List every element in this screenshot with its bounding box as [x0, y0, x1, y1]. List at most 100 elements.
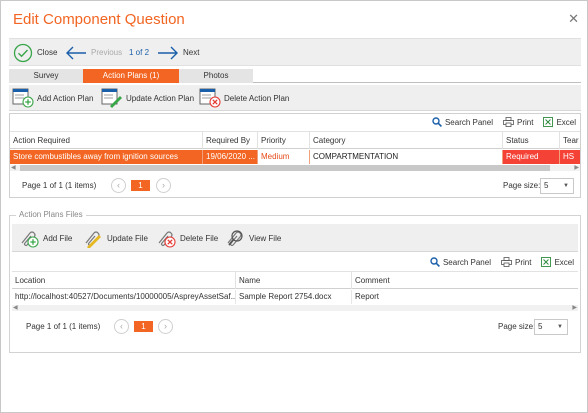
scroll-left-arrow-icon[interactable]: ◀ — [11, 164, 16, 171]
navigation-bar: Close Previous 1 of 2 Next — [9, 38, 581, 66]
action-plans-files-group: Action Plans Files Add File Update File — [9, 210, 581, 353]
update-action-plan-button[interactable]: Update Action Plan — [101, 88, 194, 108]
grid-tools: Search Panel Print Excel — [432, 114, 580, 130]
files-toolbar: Add File Update File Delete File View Fi… — [12, 224, 578, 252]
update-file-button[interactable]: Update File — [82, 228, 148, 248]
printer-icon — [501, 257, 512, 267]
cell-location[interactable]: http://localhost:40527/Documents/1000000… — [12, 290, 236, 304]
column-header-comment[interactable]: Comment — [352, 272, 578, 289]
files-excel-export-button[interactable]: Excel — [541, 257, 574, 267]
next-button-label: Next — [183, 48, 200, 57]
record-counter: 1 of 2 — [129, 48, 150, 57]
files-page-size-label: Page size: — [498, 322, 536, 331]
excel-export-button[interactable]: Excel — [543, 117, 576, 127]
paperclip-add-icon — [21, 231, 39, 248]
column-header-team[interactable]: Tear — [560, 132, 580, 149]
files-pager-summary: Page 1 of 1 (1 items) — [26, 322, 101, 331]
files-page-size-select[interactable]: 5 ▼ — [534, 319, 568, 335]
column-header-priority[interactable]: Priority — [258, 132, 310, 149]
column-header-category[interactable]: Category — [310, 132, 503, 149]
table-row[interactable]: http://localhost:40527/Documents/1000000… — [12, 290, 578, 304]
print-button[interactable]: Print — [503, 117, 533, 127]
cell-priority[interactable]: Medium — [258, 150, 310, 164]
excel-label: Excel — [556, 117, 576, 127]
column-header-required-by[interactable]: Required By — [203, 132, 258, 149]
files-grid-header: Location Name Comment — [12, 271, 578, 289]
column-header-status[interactable]: Status — [503, 132, 560, 149]
scroll-right-arrow-icon[interactable]: ▶ — [572, 304, 577, 311]
close-button[interactable]: Close — [13, 39, 57, 66]
pager-summary: Page 1 of 1 (1 items) — [22, 181, 97, 190]
files-search-panel-button[interactable]: Search Panel — [430, 257, 491, 267]
dialog-title: Edit Component Question — [13, 11, 185, 28]
add-file-label: Add File — [43, 233, 73, 243]
cell-team[interactable]: HS — [560, 150, 580, 164]
add-action-plan-button[interactable]: Add Action Plan — [12, 88, 93, 108]
search-icon — [430, 257, 440, 267]
horizontal-scrollbar[interactable]: ◀ ▶ — [10, 165, 580, 171]
files-horizontal-scrollbar[interactable]: ◀ ▶ — [12, 305, 578, 311]
add-file-button[interactable]: Add File — [18, 228, 72, 248]
search-panel-label: Search Panel — [444, 117, 493, 127]
search-panel-button[interactable]: Search Panel — [432, 117, 493, 127]
page-size-value: 5 — [544, 181, 549, 190]
close-button-label: Close — [37, 48, 58, 57]
previous-button-label: Previous — [91, 48, 123, 57]
edit-document-icon — [101, 88, 122, 108]
next-button[interactable]: Next — [157, 39, 199, 66]
column-header-action-required[interactable]: Action Required — [10, 132, 203, 149]
close-icon[interactable]: ✕ — [568, 12, 579, 25]
action-grid-header: Action Required Required By Priority Cat… — [10, 131, 580, 149]
printer-icon — [503, 117, 514, 127]
files-search-panel-label: Search Panel — [442, 257, 491, 267]
column-header-location[interactable]: Location — [12, 272, 236, 289]
paperclip-delete-icon — [158, 231, 176, 248]
action-plans-grid: Search Panel Print Excel Action Required — [9, 113, 581, 198]
delete-file-button[interactable]: Delete File — [155, 228, 218, 248]
column-header-name[interactable]: Name — [236, 272, 352, 289]
paperclip-view-icon — [227, 230, 243, 247]
pager-page-1[interactable]: 1 — [131, 180, 150, 191]
page-size-label: Page size: — [503, 181, 541, 190]
excel-icon — [541, 257, 552, 267]
delete-file-label: Delete File — [180, 233, 219, 243]
chevron-down-icon: ▼ — [563, 183, 569, 189]
files-print-button[interactable]: Print — [501, 257, 531, 267]
table-row[interactable]: Store combustibles away from ignition so… — [10, 150, 580, 164]
scrollbar-thumb[interactable] — [20, 165, 550, 171]
tab-strip: Survey Action Plans (1) Photos — [9, 69, 581, 83]
files-group-legend: Action Plans Files — [16, 210, 86, 219]
arrow-right-icon — [158, 46, 178, 59]
page-size-select[interactable]: 5 ▼ — [540, 178, 574, 194]
cell-comment[interactable]: Report — [352, 290, 578, 304]
tab-photos[interactable]: Photos — [179, 69, 253, 83]
pager-previous-button[interactable]: ‹ — [111, 178, 126, 193]
cell-name[interactable]: Sample Report 2754.docx — [236, 290, 352, 304]
files-pager-previous-button[interactable]: ‹ — [114, 319, 129, 334]
add-document-icon — [12, 88, 34, 108]
pager-next-button[interactable]: › — [156, 178, 171, 193]
chevron-down-icon: ▼ — [557, 324, 563, 330]
cell-category[interactable]: COMPARTMENTATION — [310, 150, 503, 164]
delete-document-icon — [199, 88, 221, 108]
paperclip-edit-icon — [85, 231, 101, 248]
tab-survey[interactable]: Survey — [9, 69, 83, 83]
cell-action-required[interactable]: Store combustibles away from ignition so… — [10, 150, 203, 164]
update-file-label: Update File — [107, 233, 148, 243]
files-pager-page-1[interactable]: 1 — [134, 321, 153, 332]
delete-action-plan-label: Delete Action Plan — [224, 93, 290, 103]
scroll-right-arrow-icon[interactable]: ▶ — [574, 164, 579, 171]
files-grid-tools: Search Panel Print Excel — [430, 254, 578, 270]
delete-action-plan-button[interactable]: Delete Action Plan — [199, 88, 289, 108]
cell-required-by[interactable]: 19/06/2020 ... — [203, 150, 258, 164]
update-action-plan-label: Update Action Plan — [126, 93, 195, 103]
tab-action-plans[interactable]: Action Plans (1) — [83, 69, 179, 83]
cell-status[interactable]: Required — [503, 150, 560, 164]
print-label: Print — [516, 117, 534, 127]
edit-component-question-dialog: Edit Component Question ✕ Close Previous… — [0, 0, 588, 413]
files-pager-next-button[interactable]: › — [158, 319, 173, 334]
previous-button[interactable]: Previous — [65, 39, 122, 66]
view-file-button[interactable]: View File — [224, 228, 281, 248]
scroll-left-arrow-icon[interactable]: ◀ — [13, 304, 18, 311]
files-grid: Search Panel Print Excel Location Name C… — [12, 254, 578, 350]
